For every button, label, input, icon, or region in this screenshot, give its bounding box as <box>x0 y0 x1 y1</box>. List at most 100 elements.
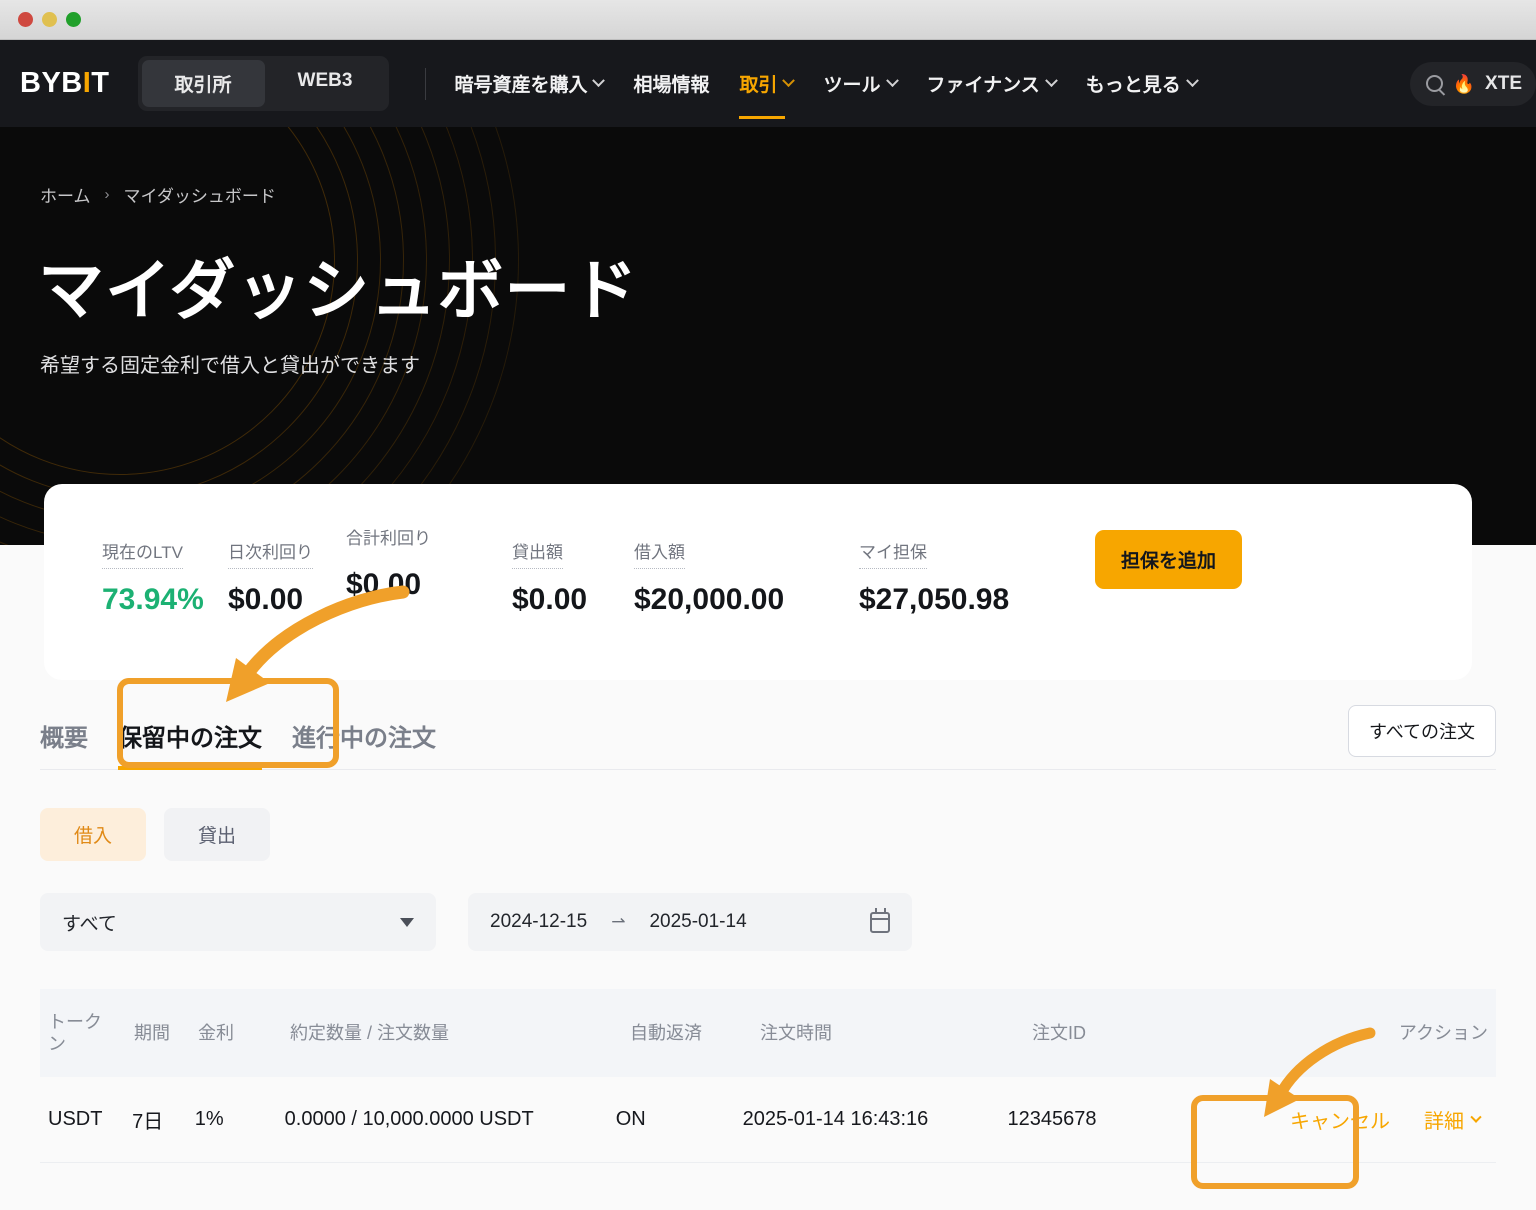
cell-rate: 1% <box>194 1108 224 1130</box>
date-range-arrow-icon: ⇀ <box>611 912 626 931</box>
stat-label-lending-amount: 貸出額 <box>512 538 563 569</box>
stat-label-daily-yield: 日次利回り <box>228 538 313 569</box>
bybit-logo[interactable]: BYBIT <box>20 67 110 100</box>
stat-current-ltv: 現在のLTV 73.94% <box>102 538 228 617</box>
cancel-order-link[interactable]: キャンセル <box>1282 1105 1398 1134</box>
nav-item-tools[interactable]: ツール <box>823 40 899 127</box>
stat-value-total-yield: $0.00 <box>346 568 422 601</box>
stat-my-collateral: マイ担保 $27,050.98 <box>859 538 1095 617</box>
cell-amount: 0.0000 / 10,000.0000 USDT <box>284 1108 534 1130</box>
product-segment-switch: 取引所 WEB3 <box>137 56 390 111</box>
breadcrumb-home[interactable]: ホーム <box>40 182 91 207</box>
nav-item-finance[interactable]: ファイナンス <box>926 40 1058 127</box>
stat-value-my-collateral: $27,050.98 <box>859 583 1010 616</box>
nav-item-more[interactable]: もっと見る <box>1085 40 1199 127</box>
pill-borrow[interactable]: 借入 <box>40 808 147 861</box>
calendar-icon <box>870 907 890 933</box>
cell-order-id: 12345678 <box>1007 1108 1097 1130</box>
all-orders-button[interactable]: すべての注文 <box>1347 705 1496 757</box>
stat-value-current-ltv: 73.94% <box>102 583 204 616</box>
column-header-rate: 金利 <box>198 1022 234 1043</box>
stats-card: 現在のLTV 73.94% 日次利回り $0.00 合計利回り $0.00 貸出… <box>44 484 1472 680</box>
stat-borrow-amount: 借入額 $20,000.00 <box>634 538 859 617</box>
cell-actions: キャンセル 詳細 <box>1282 1105 1496 1134</box>
orders-table: トークン 期間 金利 約定数量 / 注文数量 自動返済 注文時間 注文ID アク… <box>40 989 1496 1163</box>
stat-label-current-ltv: 現在のLTV <box>102 538 183 569</box>
fire-icon: 🔥 <box>1452 73 1476 94</box>
tab-overview[interactable]: 概要 <box>40 718 88 769</box>
token-filter-select[interactable]: すべて <box>40 893 436 951</box>
window-titlebar <box>0 0 1536 40</box>
nav-label-finance: ファイナンス <box>926 75 1040 96</box>
main-content: 概要 保留中の注文 進行中の注文 すべての注文 借入 貸出 すべて 2024-1… <box>0 700 1536 1163</box>
column-header-order-time: 注文時間 <box>760 1022 832 1043</box>
filters-row: すべて 2024-12-15 ⇀ 2025-01-14 <box>40 893 1496 951</box>
nav-right-area: 🔥 XTE <box>1409 61 1536 106</box>
logo-text-1: BYB <box>20 67 83 99</box>
date-end: 2025-01-14 <box>649 911 747 932</box>
stat-value-daily-yield: $0.00 <box>228 583 304 616</box>
cell-auto-repay: ON <box>615 1108 646 1130</box>
stat-label-borrow-amount: 借入額 <box>634 538 685 569</box>
stat-label-total-yield: 合計利回り <box>346 529 431 548</box>
nav-item-markets[interactable]: 相場情報 <box>633 40 709 127</box>
search-hot-keyword: XTE <box>1485 72 1522 94</box>
column-header-auto-repay: 自動返済 <box>630 1022 702 1043</box>
segment-exchange[interactable]: 取引所 <box>141 60 265 107</box>
pill-lend[interactable]: 貸出 <box>164 808 271 861</box>
nav-divider <box>425 67 427 100</box>
window-close-button[interactable] <box>18 12 33 27</box>
search-box[interactable]: 🔥 XTE <box>1409 61 1536 106</box>
window-maximize-button[interactable] <box>66 12 81 27</box>
orders-table-header: トークン 期間 金利 約定数量 / 注文数量 自動返済 注文時間 注文ID アク… <box>40 989 1496 1077</box>
chevron-down-icon <box>1185 74 1199 88</box>
breadcrumb-current: マイダッシュボード <box>123 187 276 206</box>
date-start: 2024-12-15 <box>490 911 588 932</box>
chevron-down-icon <box>1470 1111 1482 1123</box>
nav-label-buy-crypto: 暗号資産を購入 <box>454 75 588 96</box>
add-collateral-button[interactable]: 担保を追加 <box>1095 530 1243 589</box>
cell-term: 7日 <box>132 1111 164 1133</box>
order-detail-toggle[interactable]: 詳細 <box>1416 1105 1488 1134</box>
nav-item-trade[interactable]: 取引 <box>739 40 796 127</box>
tab-pending-orders[interactable]: 保留中の注文 <box>118 718 262 770</box>
nav-item-buy-crypto[interactable]: 暗号資産を購入 <box>454 40 606 127</box>
window-minimize-button[interactable] <box>42 12 57 27</box>
tab-active-orders[interactable]: 進行中の注文 <box>292 718 436 769</box>
page-title: マイダッシュボード <box>38 253 639 327</box>
page-subtitle: 希望する固定金利で借入と貸出ができます <box>40 355 420 377</box>
stats-row: 現在のLTV 73.94% 日次利回り $0.00 合計利回り $0.00 貸出… <box>44 484 1472 617</box>
column-header-token: トークン <box>48 1011 102 1055</box>
chevron-down-icon <box>885 74 899 88</box>
search-icon <box>1425 75 1443 92</box>
nav-label-markets: 相場情報 <box>633 75 710 96</box>
stat-total-yield: 合計利回り $0.00 <box>346 524 512 602</box>
column-header-amount: 約定数量 / 注文数量 <box>290 1022 450 1043</box>
orders-tabs: 概要 保留中の注文 進行中の注文 すべての注文 <box>40 700 1496 770</box>
hero-section: BYBIT 取引所 WEB3 暗号資産を購入 相場情報 取引 ツール ファイナン… <box>0 40 1536 545</box>
chevron-down-icon <box>1044 74 1058 88</box>
date-range-picker[interactable]: 2024-12-15 ⇀ 2025-01-14 <box>468 893 912 951</box>
token-filter-value: すべて <box>62 913 117 935</box>
nav-label-trade: 取引 <box>739 75 778 96</box>
column-header-order-id: 注文ID <box>1032 1022 1086 1043</box>
breadcrumb: ホーム › マイダッシュボード <box>40 182 1536 207</box>
breadcrumb-separator: › <box>104 186 110 203</box>
chevron-down-icon <box>782 74 796 88</box>
top-navbar: BYBIT 取引所 WEB3 暗号資産を購入 相場情報 取引 ツール ファイナン… <box>0 40 1536 127</box>
table-row: USDT 7日 1% 0.0000 / 10,000.0000 USDT ON … <box>40 1077 1496 1163</box>
column-header-term: 期間 <box>134 1022 170 1043</box>
order-type-toggle: 借入 貸出 <box>40 808 1496 861</box>
logo-text-2: T <box>91 67 110 99</box>
stat-value-lending-amount: $0.00 <box>512 583 588 616</box>
page-root: BYBIT 取引所 WEB3 暗号資産を購入 相場情報 取引 ツール ファイナン… <box>0 40 1536 1210</box>
stat-label-my-collateral: マイ担保 <box>859 538 927 569</box>
chevron-down-icon <box>400 917 414 927</box>
segment-web3[interactable]: WEB3 <box>265 60 386 107</box>
order-detail-label: 詳細 <box>1424 1111 1464 1133</box>
stat-daily-yield: 日次利回り $0.00 <box>228 538 346 617</box>
stat-value-borrow-amount: $20,000.00 <box>634 583 785 616</box>
nav-links: 暗号資産を購入 相場情報 取引 ツール ファイナンス もっと見る <box>454 40 1199 127</box>
nav-label-more: もっと見る <box>1085 75 1181 96</box>
cell-token: USDT <box>48 1108 103 1130</box>
